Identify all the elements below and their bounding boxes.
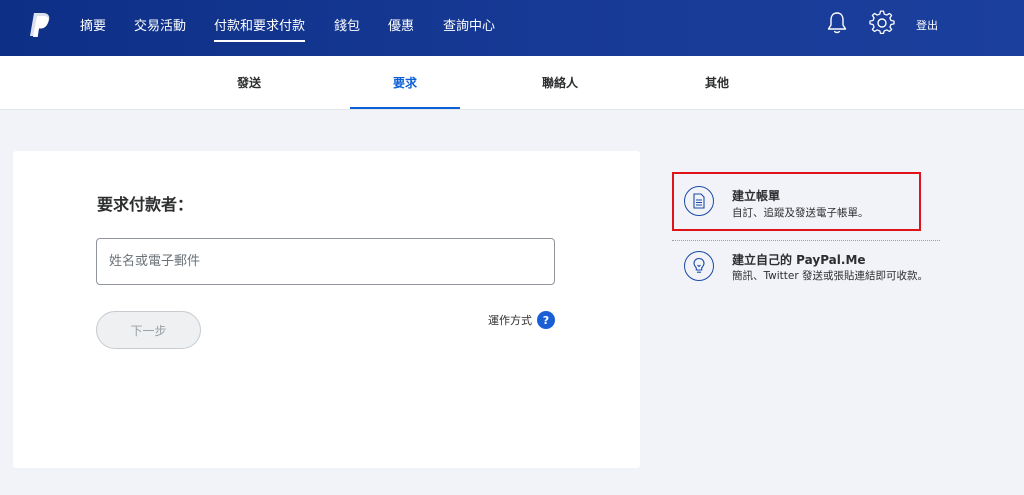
next-button[interactable]: 下一步: [96, 311, 201, 349]
tab-send[interactable]: 發送: [194, 74, 304, 91]
how-it-works-label: 運作方式: [488, 314, 532, 327]
request-from-title: 要求付款者：: [97, 195, 194, 214]
bell-icon[interactable]: [824, 10, 850, 36]
help-icon[interactable]: ?: [537, 311, 555, 329]
tab-contacts[interactable]: 聯絡人: [505, 74, 615, 91]
paypal-logo-icon[interactable]: [28, 12, 52, 38]
document-icon: [684, 186, 714, 216]
create-invoice-option[interactable]: 建立帳單 自訂、追蹤及發送電子帳單。: [672, 178, 940, 228]
options-divider: [672, 240, 940, 241]
create-invoice-description: 自訂、追蹤及發送電子帳單。: [732, 207, 869, 219]
nav-pay-and-request[interactable]: 付款和要求付款: [214, 15, 306, 42]
sub-tab-bar: 發送 要求 聯絡人 其他: [0, 56, 1024, 110]
how-it-works-link[interactable]: 運作方式 ?: [488, 311, 555, 329]
top-navigation-bar: 摘要 交易活動 付款和要求付款 錢包 優惠 查詢中心 登出: [0, 0, 1024, 56]
name-or-email-input[interactable]: [96, 238, 555, 285]
create-paypal-me-option[interactable]: 建立自己的 PayPal.Me 簡訊、Twitter 發送或張貼連結即可收款。: [672, 248, 940, 298]
nav-resolution-center[interactable]: 查詢中心: [443, 15, 495, 34]
nav-activity[interactable]: 交易活動: [134, 15, 186, 34]
tab-more[interactable]: 其他: [662, 74, 772, 91]
nav-offers[interactable]: 優惠: [388, 15, 414, 34]
active-tab-indicator: [350, 107, 460, 109]
nav-wallet[interactable]: 錢包: [334, 15, 360, 34]
lightbulb-icon: [684, 251, 714, 281]
nav-summary[interactable]: 摘要: [80, 15, 106, 34]
create-paypal-me-title: 建立自己的 PayPal.Me: [732, 253, 866, 267]
tab-request[interactable]: 要求: [350, 74, 460, 91]
logout-link[interactable]: 登出: [916, 17, 938, 33]
create-paypal-me-description: 簡訊、Twitter 發送或張貼連結即可收款。: [732, 270, 929, 282]
create-invoice-title: 建立帳單: [732, 189, 781, 203]
request-payment-card: 要求付款者： 下一步 運作方式 ?: [13, 151, 640, 468]
gear-icon[interactable]: [869, 10, 895, 36]
